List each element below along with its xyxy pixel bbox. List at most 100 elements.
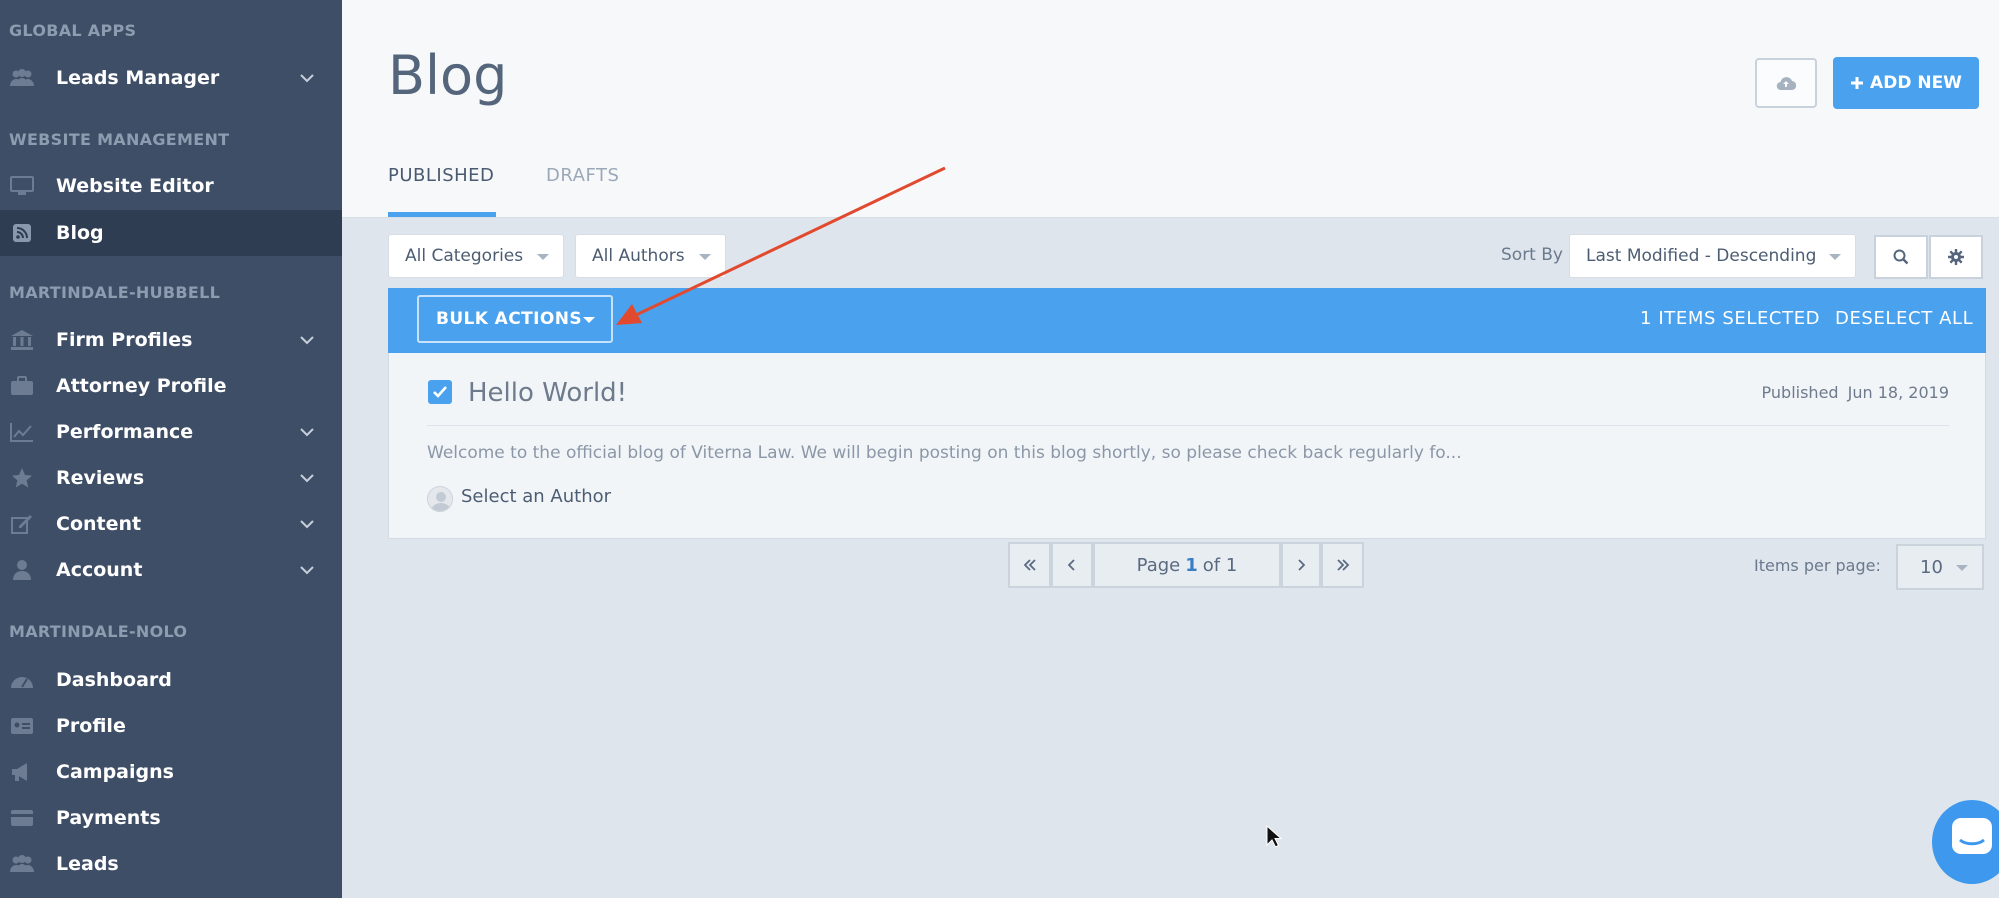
sidebar-item-label: Website Editor [56,175,214,197]
author-filter-value: All Authors [592,246,685,266]
page-word: Page [1136,554,1181,576]
tab-drafts[interactable]: DRAFTS [546,165,619,186]
caret-down-icon [699,254,711,260]
add-new-label: ADD NEW [1870,73,1962,93]
sidebar-item-label: Content [56,513,142,535]
caret-down-icon [1956,565,1968,571]
caret-down-icon [537,254,549,260]
users-icon [10,67,34,89]
post-checkbox[interactable] [428,380,452,404]
sidebar-item-label: Leads Manager [56,67,220,89]
previous-page-button[interactable] [1051,542,1093,588]
add-new-button[interactable]: ADD NEW [1833,57,1979,109]
page-total: of 1 [1202,554,1238,576]
first-page-button[interactable] [1008,542,1051,588]
mouse-cursor-icon [1266,825,1282,848]
select-author-link[interactable]: Select an Author [461,486,611,507]
users-icon [10,853,34,875]
sort-dropdown[interactable]: Last Modified - Descending [1569,234,1856,278]
bulk-actions-dropdown[interactable]: BULK ACTIONS [417,295,613,343]
user-icon [10,559,34,581]
check-icon [433,386,447,398]
chat-icon [1952,818,1992,854]
avatar [427,486,453,512]
sidebar-item-dashboard[interactable]: Dashboard [0,657,342,703]
sidebar-item-firm-profiles[interactable]: Firm Profiles [0,317,342,363]
double-chevron-left-icon [1023,559,1036,571]
chevron-right-icon [1298,559,1305,571]
sidebar: GLOBAL APPS Leads Manager WEBSITE MANAGE… [0,0,342,898]
sidebar-item-leads-manager[interactable]: Leads Manager [0,55,342,101]
search-icon [1893,249,1909,265]
line-chart-icon [10,421,34,443]
items-selected-count: 1 ITEMS SELECTED [1640,308,1821,329]
sidebar-item-website-editor[interactable]: Website Editor [0,163,342,209]
chevron-down-icon [300,428,314,437]
post-card: Hello World! Published Jun 18, 2019 Welc… [388,353,1986,539]
sidebar-item-profile[interactable]: Profile [0,703,342,749]
bulk-actions-label: BULK ACTIONS [436,309,582,329]
sidebar-item-label: Payments [56,807,161,829]
section-website-management: WEBSITE MANAGEMENT [9,130,230,149]
post-title[interactable]: Hello World! [468,378,627,408]
settings-button[interactable] [1929,235,1983,279]
monitor-icon [10,175,34,197]
page-header: Blog ADD NEW PUBLISHED DRAFTS [342,0,1999,218]
sidebar-item-label: Leads [56,853,119,875]
sidebar-item-blog[interactable]: Blog [0,210,342,256]
tab-published[interactable]: PUBLISHED [388,165,494,186]
edit-icon [10,513,34,535]
cloud-upload-icon [1776,77,1796,91]
sort-value: Last Modified - Descending [1586,246,1817,266]
deselect-all-button[interactable]: DESELECT ALL [1835,308,1973,329]
sidebar-item-label: Blog [56,222,104,244]
sidebar-item-label: Account [56,559,143,581]
page-title: Blog [388,44,508,107]
post-date: Jun 18, 2019 [1847,383,1949,402]
chevron-down-icon [300,520,314,529]
chevron-left-icon [1068,559,1075,571]
current-page: 1 [1185,554,1198,576]
category-filter-dropdown[interactable]: All Categories [388,234,564,278]
chevron-down-icon [300,336,314,345]
last-page-button[interactable] [1321,542,1364,588]
page-indicator: Page 1 of 1 [1093,542,1281,588]
star-icon [10,467,34,489]
sidebar-item-campaigns[interactable]: Campaigns [0,749,342,795]
upload-button[interactable] [1755,58,1817,108]
chat-launcher-button[interactable] [1932,800,1999,884]
search-button[interactable] [1874,235,1928,279]
sidebar-item-label: Reviews [56,467,145,489]
next-page-button[interactable] [1281,542,1321,588]
sidebar-item-label: Firm Profiles [56,329,193,351]
sidebar-item-label: Dashboard [56,669,172,691]
id-card-icon [10,715,34,737]
items-per-page-select[interactable]: 10 [1896,544,1984,590]
sidebar-item-content[interactable]: Content [0,501,342,547]
credit-card-icon [10,807,34,829]
sidebar-item-label: Profile [56,715,126,737]
post-status: Published [1761,383,1839,402]
section-martindale-nolo: MARTINDALE-NOLO [9,622,188,641]
sidebar-item-label: Campaigns [56,761,174,783]
post-excerpt: Welcome to the official blog of Viterna … [427,443,1462,463]
section-martindale-hubbell: MARTINDALE-HUBBELL [9,283,221,302]
sidebar-item-reviews[interactable]: Reviews [0,455,342,501]
caret-down-icon [583,317,595,323]
caret-down-icon [1829,254,1841,260]
sidebar-item-payments[interactable]: Payments [0,795,342,841]
sidebar-item-performance[interactable]: Performance [0,409,342,455]
chevron-down-icon [300,566,314,575]
category-filter-value: All Categories [405,246,524,266]
sidebar-item-account[interactable]: Account [0,547,342,593]
briefcase-icon [10,375,34,397]
author-filter-dropdown[interactable]: All Authors [575,234,726,278]
items-per-page-value: 10 [1920,556,1943,578]
sidebar-item-label: Attorney Profile [56,375,227,397]
sidebar-item-attorney-profile[interactable]: Attorney Profile [0,363,342,409]
plus-icon [1851,77,1864,89]
megaphone-icon [10,761,34,783]
sidebar-item-leads[interactable]: Leads [0,841,342,887]
section-global-apps: GLOBAL APPS [9,21,137,40]
double-chevron-right-icon [1336,559,1349,571]
